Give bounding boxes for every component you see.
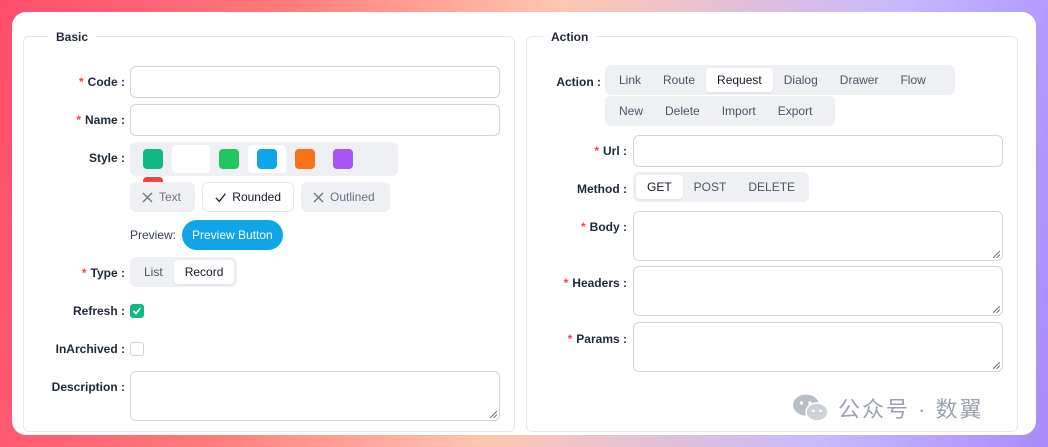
resize-handle-icon[interactable] <box>993 362 1000 369</box>
action-legend: Action <box>543 29 597 45</box>
basic-fieldset: Basic * Code : * Name : Style : Text Round… <box>23 29 515 432</box>
action-option-flow[interactable]: Flow <box>889 68 936 92</box>
body-label: * Body : <box>580 220 627 234</box>
method-label: Method : <box>577 182 627 196</box>
params-textarea[interactable] <box>633 322 1003 372</box>
action-fieldset: Action Action : Link Route Request Dialo… <box>526 29 1018 432</box>
resize-handle-icon[interactable] <box>490 411 497 418</box>
style-label: Style : <box>88 151 125 165</box>
method-segmented: GET POST DELETE <box>633 172 810 202</box>
swatch-orange <box>295 149 315 169</box>
type-option-record[interactable]: Record <box>173 260 235 284</box>
refresh-label: Refresh : <box>72 304 125 318</box>
params-label: * Params : <box>567 332 627 346</box>
headers-label: * Headers : <box>563 276 627 290</box>
action-option-dialog[interactable]: Dialog <box>773 68 829 92</box>
code-input[interactable] <box>130 66 500 98</box>
watermark: 公众号 · 数翼 <box>792 392 984 424</box>
resize-handle-icon[interactable] <box>993 306 1000 313</box>
action-option-export[interactable]: Export <box>767 99 824 123</box>
url-input[interactable] <box>633 135 1003 167</box>
check-icon <box>132 307 142 315</box>
close-icon <box>313 192 324 202</box>
color-option-purple[interactable] <box>324 145 362 173</box>
action-option-import[interactable]: Import <box>711 99 767 123</box>
color-option-empty[interactable] <box>172 145 210 173</box>
name-input[interactable] <box>130 104 500 136</box>
headers-textarea[interactable] <box>633 266 1003 316</box>
url-label: * Url : <box>594 144 627 158</box>
action-type-segmented: Link Route Request Dialog Drawer Flow <box>605 65 955 95</box>
method-option-delete[interactable]: DELETE <box>737 175 806 199</box>
swatch-sky <box>257 149 277 169</box>
wechat-icon <box>793 394 829 422</box>
variant-outlined-button[interactable]: Outlined <box>301 182 390 212</box>
description-label: Description : <box>51 380 125 394</box>
style-color-picker <box>130 142 398 197</box>
type-label: * Type : <box>81 266 125 280</box>
basic-legend: Basic <box>48 29 97 45</box>
preview-label: Preview: <box>130 228 177 242</box>
action-label: Action : <box>556 75 601 89</box>
description-textarea[interactable] <box>130 371 500 421</box>
color-option-orange[interactable] <box>286 145 324 173</box>
code-label: * Code : <box>78 75 125 89</box>
swatch-emerald <box>143 149 163 169</box>
variant-text-button[interactable]: Text <box>130 182 195 212</box>
action-option-route[interactable]: Route <box>652 68 706 92</box>
body-textarea[interactable] <box>633 211 1003 261</box>
variant-rounded-button[interactable]: Rounded <box>202 182 294 212</box>
color-option-sky[interactable] <box>248 145 286 173</box>
color-option-green[interactable] <box>134 145 172 173</box>
method-option-get[interactable]: GET <box>636 175 683 199</box>
check-icon <box>215 192 226 202</box>
action-option-drawer[interactable]: Drawer <box>829 68 890 92</box>
action-type-segmented-row2: New Delete Import Export <box>605 96 835 126</box>
preview-button[interactable]: Preview Button <box>182 220 283 250</box>
action-option-delete[interactable]: Delete <box>654 99 711 123</box>
color-option-green-2[interactable] <box>210 145 248 173</box>
inarchived-checkbox[interactable] <box>130 342 144 356</box>
type-option-list[interactable]: List <box>133 260 174 284</box>
refresh-checkbox[interactable] <box>130 304 144 318</box>
form-card: Basic * Code : * Name : Style : Text Round… <box>12 12 1036 435</box>
name-label: * Name : <box>76 113 125 127</box>
inarchived-label: InArchived : <box>55 342 125 356</box>
action-option-new[interactable]: New <box>608 99 654 123</box>
type-segmented: List Record <box>130 257 238 287</box>
close-icon <box>142 192 153 202</box>
watermark-text: 公众号 · 数翼 <box>838 397 984 422</box>
swatch-purple <box>333 149 353 169</box>
action-option-request[interactable]: Request <box>706 68 773 92</box>
action-option-link[interactable]: Link <box>608 68 652 92</box>
resize-handle-icon[interactable] <box>993 251 1000 258</box>
method-option-post[interactable]: POST <box>683 175 738 199</box>
swatch-green <box>219 149 239 169</box>
